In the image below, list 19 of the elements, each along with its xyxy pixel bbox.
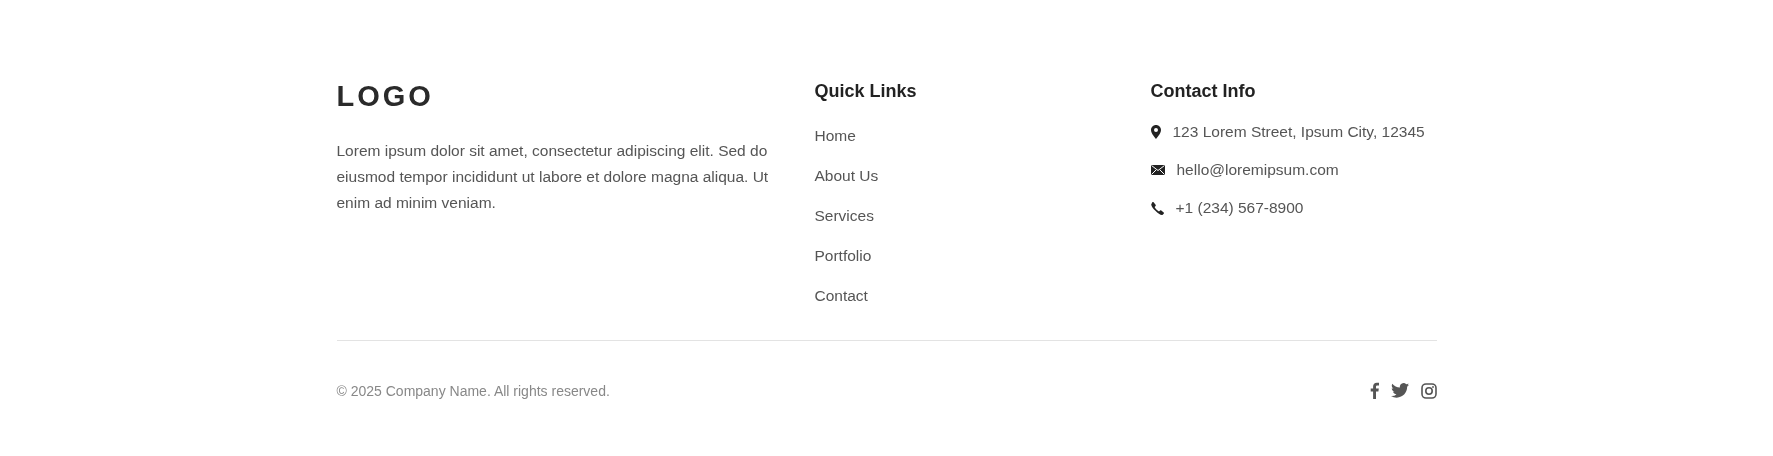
facebook-icon[interactable] <box>1369 382 1379 399</box>
envelope-icon <box>1150 165 1165 175</box>
logo[interactable]: LOGO <box>336 80 434 112</box>
copyright-text: © 2025 Company Name. All rights reserved. <box>336 382 610 399</box>
footer-link[interactable]: Portfolio <box>814 246 872 266</box>
footer-link[interactable]: Contact <box>814 286 868 306</box>
location-pin-icon <box>1150 125 1161 139</box>
footer-link[interactable]: About Us <box>814 166 879 186</box>
footer-link[interactable]: Services <box>814 206 874 226</box>
contact-text: hello@loremipsum.com <box>1176 160 1339 180</box>
bird-icon[interactable] <box>1390 383 1409 398</box>
column-heading: Quick Links <box>814 80 918 102</box>
phone-icon <box>1150 201 1164 215</box>
description: Lorem ipsum dolor sit amet, consectetur adipiscing elit. Sed do eiusmod tempor incididunt ut labore et dolore magna aliqua. Ut enim ad minim veniam. <box>336 141 770 213</box>
footer-link[interactable]: Home <box>814 126 856 146</box>
instagram-icon[interactable] <box>1420 382 1437 399</box>
contact-text: 123 Lorem Street, Ipsum City, 12345 <box>1172 122 1425 142</box>
contact-text: +1 (234) 567-8900 <box>1175 198 1304 218</box>
column-heading: Contact Info <box>1150 80 1257 102</box>
